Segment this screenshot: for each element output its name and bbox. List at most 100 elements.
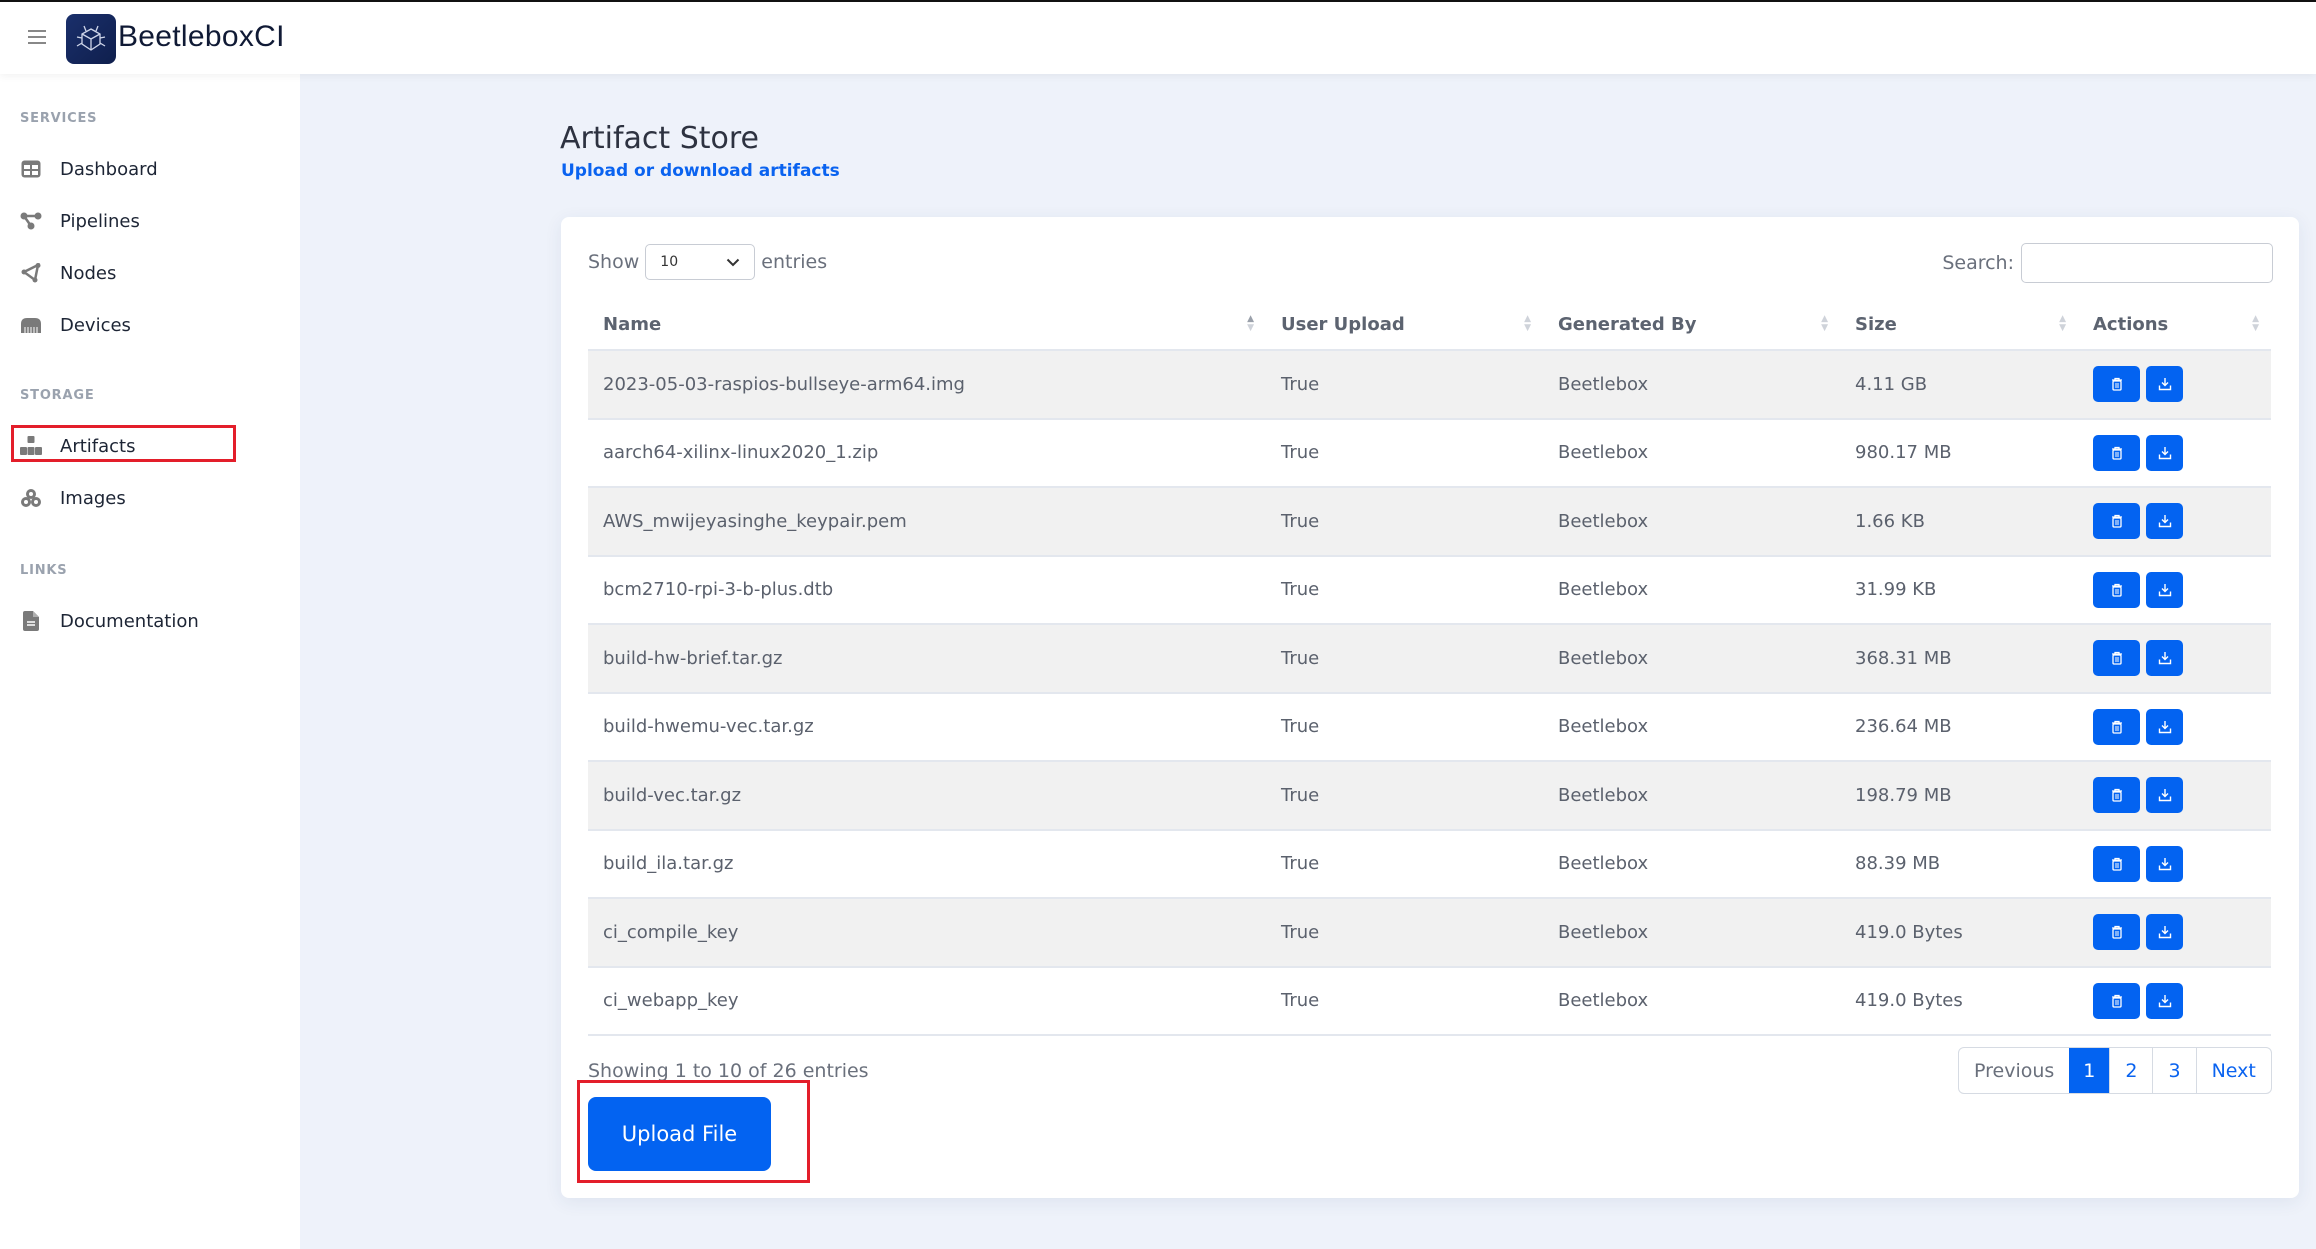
trash-icon <box>2111 514 2123 528</box>
cell-user-upload: True <box>1266 554 1543 624</box>
cell-user-upload: True <box>1266 623 1543 693</box>
trash-icon <box>2111 651 2123 665</box>
sidebar-item-label: Nodes <box>60 262 117 284</box>
cell-generated-by: Beetlebox <box>1543 828 1840 898</box>
delete-button[interactable] <box>2093 914 2140 951</box>
download-button[interactable] <box>2146 640 2183 677</box>
search-input[interactable] <box>2021 243 2273 283</box>
pagination-page-1[interactable]: 1 <box>2069 1048 2110 1093</box>
cell-name: bcm2710-rpi-3-b-plus.dtb <box>588 554 1266 624</box>
cell-generated-by: Beetlebox <box>1543 897 1840 967</box>
download-button[interactable] <box>2146 434 2183 471</box>
trash-icon <box>2111 583 2123 597</box>
page-length-select[interactable]: 10 <box>645 244 756 280</box>
trash-icon <box>2111 788 2123 802</box>
cell-name: build-vec.tar.gz <box>588 760 1266 830</box>
delete-button[interactable] <box>2093 777 2140 814</box>
download-button[interactable] <box>2146 982 2183 1019</box>
brand-name[interactable]: BeetleboxCI <box>118 20 285 54</box>
download-button[interactable] <box>2146 777 2183 814</box>
section-label-links: LINKS <box>20 563 68 578</box>
download-button[interactable] <box>2146 845 2183 882</box>
images-icon <box>20 487 42 509</box>
pagination-page-2[interactable]: 2 <box>2109 1048 2152 1093</box>
table-info: Showing 1 to 10 of 26 entries <box>588 1060 869 1082</box>
sidebar-item-dashboard[interactable]: Dashboard <box>20 154 158 184</box>
sidebar-item-label: Images <box>60 487 126 509</box>
menu-toggle-icon[interactable] <box>28 30 46 44</box>
download-button[interactable] <box>2146 914 2183 951</box>
sort-icon: ▲ ▼ <box>1821 314 1828 333</box>
sidebar: SERVICES Dashboard Pipelines Nodes Devic… <box>0 74 300 1249</box>
cell-actions <box>2078 349 2271 419</box>
sort-icon: ▲ ▼ <box>1247 314 1254 333</box>
cell-name: 2023-05-03-raspios-bullseye-arm64.img <box>588 349 1266 419</box>
delete-button[interactable] <box>2093 503 2140 540</box>
show-label: Show <box>588 251 640 273</box>
cell-actions <box>2078 554 2271 624</box>
sidebar-item-artifacts[interactable]: Artifacts <box>20 431 135 461</box>
pipelines-icon <box>20 210 42 232</box>
artifacts-icon <box>20 435 42 457</box>
cell-generated-by: Beetlebox <box>1543 349 1840 419</box>
beetlebox-logo-icon[interactable] <box>66 14 116 64</box>
pagination-next[interactable]: Next <box>2195 1048 2271 1093</box>
column-header-actions[interactable]: Actions ▲ ▼ <box>2078 300 2271 350</box>
cell-name: aarch64-xilinx-linux2020_1.zip <box>588 417 1266 487</box>
delete-button[interactable] <box>2093 571 2140 608</box>
cell-size: 368.31 MB <box>1840 623 2078 693</box>
artifact-table-card: Show 10 entries Search: Name ▲ ▼ User Uplo… <box>561 217 2299 1198</box>
delete-button[interactable] <box>2093 640 2140 677</box>
trash-icon <box>2111 446 2123 460</box>
table-row: build-hw-brief.tar.gz True Beetlebox 368.31… <box>588 623 2271 693</box>
download-icon <box>2158 651 2172 665</box>
cell-size: 88.39 MB <box>1840 828 2078 898</box>
sidebar-item-label: Artifacts <box>60 435 136 457</box>
top-bar: BeetleboxCI <box>0 0 2316 74</box>
sidebar-item-images[interactable]: Images <box>20 483 126 513</box>
sort-icon: ▲ ▼ <box>2059 314 2066 333</box>
cell-name: ci_compile_key <box>588 897 1266 967</box>
sidebar-item-pipelines[interactable]: Pipelines <box>20 206 140 236</box>
cell-name: AWS_mwijeyasinghe_keypair.pem <box>588 486 1266 556</box>
section-label-services: SERVICES <box>20 111 98 126</box>
column-header-size[interactable]: Size ▲ ▼ <box>1840 300 2078 350</box>
sidebar-item-devices[interactable]: Devices <box>20 310 131 340</box>
sidebar-item-label: Documentation <box>60 610 199 632</box>
cell-actions <box>2078 760 2271 830</box>
column-header-name[interactable]: Name ▲ ▼ <box>588 300 1266 350</box>
download-button[interactable] <box>2146 708 2183 745</box>
pagination-page-3[interactable]: 3 <box>2152 1048 2195 1093</box>
column-header-generated-by[interactable]: Generated By ▲ ▼ <box>1543 300 1840 350</box>
pagination-previous[interactable]: Previous <box>1959 1048 2069 1093</box>
download-icon <box>2158 514 2172 528</box>
delete-button[interactable] <box>2093 434 2140 471</box>
sidebar-item-nodes[interactable]: Nodes <box>20 258 116 288</box>
cell-name: build_ila.tar.gz <box>588 828 1266 898</box>
download-button[interactable] <box>2146 503 2183 540</box>
cell-size: 236.64 MB <box>1840 691 2078 761</box>
cell-user-upload: True <box>1266 417 1543 487</box>
page-length-value: 10 <box>660 254 679 270</box>
download-button[interactable] <box>2146 571 2183 608</box>
cell-user-upload: True <box>1266 486 1543 556</box>
delete-button[interactable] <box>2093 845 2140 882</box>
sidebar-item-documentation[interactable]: Documentation <box>20 606 199 636</box>
trash-icon <box>2111 377 2123 391</box>
download-icon <box>2158 788 2172 802</box>
dashboard-icon <box>20 158 42 180</box>
cell-generated-by: Beetlebox <box>1543 760 1840 830</box>
delete-button[interactable] <box>2093 366 2140 403</box>
cell-actions <box>2078 486 2271 556</box>
upload-file-button[interactable]: Upload File <box>588 1097 771 1171</box>
table-row: ci_webapp_key True Beetlebox 419.0 Bytes <box>588 965 2271 1036</box>
cell-name: build-hwemu-vec.tar.gz <box>588 691 1266 761</box>
search-label: Search: <box>1942 252 2014 274</box>
column-header-user-upload[interactable]: User Upload ▲ ▼ <box>1266 300 1543 350</box>
delete-button[interactable] <box>2093 982 2140 1019</box>
section-label-storage: STORAGE <box>20 388 95 403</box>
entries-label: entries <box>761 251 828 273</box>
page-length-control: Show 10 entries <box>588 244 827 280</box>
delete-button[interactable] <box>2093 708 2140 745</box>
download-button[interactable] <box>2146 366 2183 403</box>
